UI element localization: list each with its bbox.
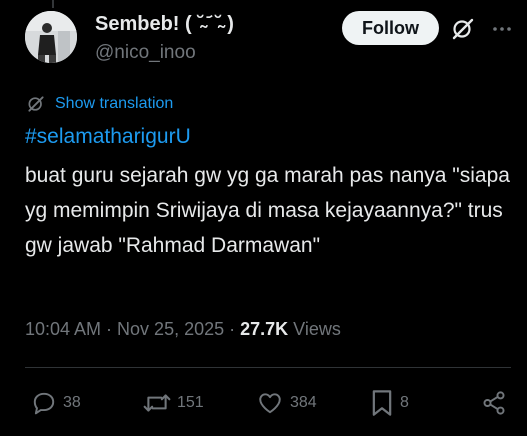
reply-button[interactable]: 38 bbox=[31, 390, 81, 416]
share-icon bbox=[481, 390, 507, 416]
views-label: Views bbox=[288, 319, 341, 339]
share-button[interactable] bbox=[481, 390, 507, 416]
avatar[interactable] bbox=[25, 11, 77, 63]
divider bbox=[25, 367, 511, 368]
avatar-image bbox=[25, 11, 77, 63]
repost-icon bbox=[143, 390, 171, 416]
timestamp[interactable]: 10:04 AM · Nov 25, 2025 · bbox=[25, 319, 240, 339]
hashtag-link[interactable]: #selamatharigurU bbox=[25, 125, 191, 149]
repost-button[interactable]: 151 bbox=[143, 390, 204, 416]
tweet-metadata: 10:04 AM · Nov 25, 2025 · 27.7K Views bbox=[25, 319, 341, 340]
like-button[interactable]: 384 bbox=[256, 390, 317, 416]
show-translation-link[interactable]: Show translation bbox=[26, 94, 173, 114]
views-count: 27.7K bbox=[240, 319, 289, 339]
grok-icon[interactable] bbox=[451, 17, 475, 41]
bookmark-count: 8 bbox=[400, 394, 409, 411]
reply-count: 38 bbox=[63, 394, 81, 411]
tweet-text: buat guru sejarah gw yg ga marah pas nan… bbox=[25, 164, 510, 257]
author-display-name[interactable]: Sembeb! ( ˘̴ ᷄ ˘̴ ) bbox=[95, 13, 234, 36]
thread-connector-line bbox=[52, 0, 54, 8]
like-count: 384 bbox=[290, 394, 317, 411]
bookmark-button[interactable]: 8 bbox=[370, 390, 409, 416]
reply-icon bbox=[31, 390, 57, 416]
translate-icon bbox=[26, 94, 46, 114]
show-translation-label: Show translation bbox=[55, 95, 174, 112]
bookmark-icon bbox=[370, 389, 394, 417]
follow-button[interactable]: Follow bbox=[342, 11, 439, 45]
heart-icon bbox=[256, 390, 284, 416]
repost-count: 151 bbox=[177, 394, 204, 411]
author-handle[interactable]: @nico_inoo bbox=[95, 42, 196, 64]
more-icon[interactable] bbox=[490, 17, 514, 41]
